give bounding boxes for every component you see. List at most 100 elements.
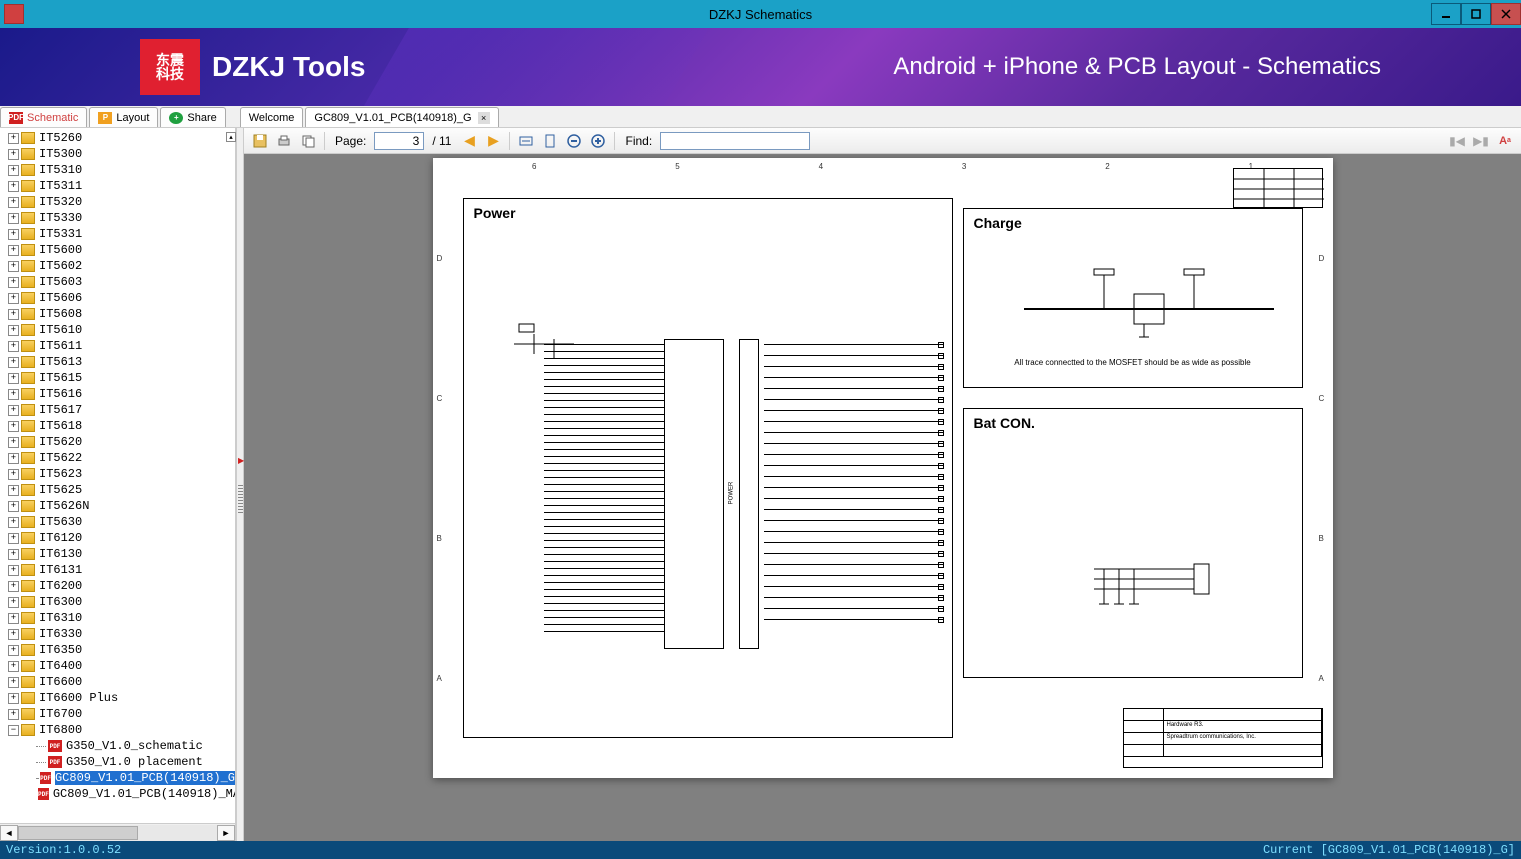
tree-folder[interactable]: +IT6200 xyxy=(0,578,235,594)
last-page-button[interactable]: ▶▮ xyxy=(1471,131,1491,151)
tree-folder[interactable]: +IT5606 xyxy=(0,290,235,306)
tab-layout[interactable]: P Layout xyxy=(89,107,158,127)
tree-folder[interactable]: +IT5623 xyxy=(0,466,235,482)
tree-folder[interactable]: +IT6700 xyxy=(0,706,235,722)
find-input[interactable] xyxy=(660,132,810,150)
tree-folder[interactable]: +IT5630 xyxy=(0,514,235,530)
expand-icon[interactable]: + xyxy=(8,693,19,704)
expand-icon[interactable]: + xyxy=(8,373,19,384)
tree-file[interactable]: PDFGC809_V1.01_PCB(140918)_MARK xyxy=(0,786,235,802)
fit-page-button[interactable] xyxy=(540,131,560,151)
tree-folder[interactable]: +IT6131 xyxy=(0,562,235,578)
expand-icon[interactable]: + xyxy=(8,341,19,352)
expand-icon[interactable]: + xyxy=(8,501,19,512)
tree-file[interactable]: PDFG350_V1.0 placement xyxy=(0,754,235,770)
expand-icon[interactable]: + xyxy=(8,357,19,368)
tree-folder[interactable]: +IT5613 xyxy=(0,354,235,370)
tree-folder[interactable]: +IT5620 xyxy=(0,434,235,450)
page-input[interactable] xyxy=(374,132,424,150)
tree-folder[interactable]: +IT5617 xyxy=(0,402,235,418)
tree-folder[interactable]: +IT5602 xyxy=(0,258,235,274)
expand-icon[interactable]: + xyxy=(8,293,19,304)
tree-folder[interactable]: +IT5603 xyxy=(0,274,235,290)
expand-icon[interactable]: + xyxy=(8,533,19,544)
expand-icon[interactable]: + xyxy=(8,181,19,192)
expand-icon[interactable]: + xyxy=(8,245,19,256)
print-button[interactable] xyxy=(274,131,294,151)
tree-folder[interactable]: +IT5260 xyxy=(0,130,235,146)
tree-folder[interactable]: +IT6350 xyxy=(0,642,235,658)
expand-icon[interactable]: + xyxy=(8,549,19,560)
tree-folder[interactable]: +IT5616 xyxy=(0,386,235,402)
expand-icon[interactable]: + xyxy=(8,661,19,672)
expand-icon[interactable]: + xyxy=(8,517,19,528)
expand-icon[interactable]: + xyxy=(8,709,19,720)
tree-folder[interactable]: +IT5611 xyxy=(0,338,235,354)
expand-icon[interactable]: + xyxy=(8,261,19,272)
expand-icon[interactable]: + xyxy=(8,197,19,208)
expand-icon[interactable]: + xyxy=(8,405,19,416)
expand-icon[interactable]: + xyxy=(8,645,19,656)
sidebar-scrollbar[interactable]: ◄ ► xyxy=(0,823,235,841)
tree-folder[interactable]: +IT5310 xyxy=(0,162,235,178)
expand-icon[interactable]: + xyxy=(8,597,19,608)
scroll-right-icon[interactable]: ► xyxy=(217,825,235,841)
scroll-track[interactable] xyxy=(18,825,217,841)
tree-folder[interactable]: +IT6330 xyxy=(0,626,235,642)
collapse-icon[interactable]: − xyxy=(8,725,19,736)
expand-icon[interactable]: + xyxy=(8,677,19,688)
close-tab-icon[interactable]: × xyxy=(478,112,490,124)
tree-folder[interactable]: +IT5608 xyxy=(0,306,235,322)
expand-icon[interactable]: + xyxy=(8,213,19,224)
tree-folder[interactable]: +IT5615 xyxy=(0,370,235,386)
tab-share[interactable]: + Share xyxy=(160,107,225,127)
expand-icon[interactable]: + xyxy=(8,485,19,496)
expand-icon[interactable]: + xyxy=(8,469,19,480)
expand-icon[interactable]: + xyxy=(8,325,19,336)
tree-file[interactable]: PDFG350_V1.0_schematic xyxy=(0,738,235,754)
tree-folder[interactable]: +IT5330 xyxy=(0,210,235,226)
expand-icon[interactable]: + xyxy=(8,581,19,592)
tree-folder[interactable]: +IT6130 xyxy=(0,546,235,562)
tree-folder[interactable]: +IT5618 xyxy=(0,418,235,434)
tab-schematic[interactable]: PDF Schematic xyxy=(0,107,87,127)
expand-icon[interactable]: + xyxy=(8,133,19,144)
splitter[interactable]: ▶ xyxy=(236,128,244,841)
maximize-button[interactable] xyxy=(1461,3,1491,25)
tree-folder[interactable]: +IT6400 xyxy=(0,658,235,674)
tree-folder[interactable]: +IT6300 xyxy=(0,594,235,610)
expand-icon[interactable]: + xyxy=(8,389,19,400)
tree-folder[interactable]: +IT5600 xyxy=(0,242,235,258)
zoom-in-button[interactable] xyxy=(588,131,608,151)
expand-icon[interactable]: + xyxy=(8,149,19,160)
tree-folder[interactable]: +IT6600 Plus xyxy=(0,690,235,706)
tree-folder[interactable]: +IT5331 xyxy=(0,226,235,242)
tab-welcome[interactable]: Welcome xyxy=(240,107,304,127)
prev-page-button[interactable]: ◀ xyxy=(459,131,479,151)
expand-icon[interactable]: + xyxy=(8,165,19,176)
expand-icon[interactable]: + xyxy=(8,565,19,576)
tree-folder[interactable]: +IT5311 xyxy=(0,178,235,194)
scroll-thumb[interactable] xyxy=(18,826,138,840)
expand-icon[interactable]: + xyxy=(8,613,19,624)
tree-folder[interactable]: +IT5320 xyxy=(0,194,235,210)
tree-file[interactable]: PDFGC809_V1.01_PCB(140918)_G xyxy=(0,770,235,786)
expand-icon[interactable]: + xyxy=(8,453,19,464)
save-button[interactable] xyxy=(250,131,270,151)
zoom-out-button[interactable] xyxy=(564,131,584,151)
first-page-button[interactable]: ▮◀ xyxy=(1447,131,1467,151)
tree-folder[interactable]: +IT6310 xyxy=(0,610,235,626)
collapse-tree-icon[interactable]: ▴ xyxy=(226,132,236,142)
copy-button[interactable] xyxy=(298,131,318,151)
tree-folder[interactable]: +IT5622 xyxy=(0,450,235,466)
expand-icon[interactable]: + xyxy=(8,421,19,432)
expand-icon[interactable]: + xyxy=(8,277,19,288)
expand-icon[interactable]: + xyxy=(8,309,19,320)
fit-width-button[interactable] xyxy=(516,131,536,151)
minimize-button[interactable] xyxy=(1431,3,1461,25)
scroll-left-icon[interactable]: ◄ xyxy=(0,825,18,841)
expand-icon[interactable]: + xyxy=(8,629,19,640)
tree-folder-expanded[interactable]: −IT6800 xyxy=(0,722,235,738)
tree-folder[interactable]: +IT5626N xyxy=(0,498,235,514)
expand-icon[interactable]: + xyxy=(8,437,19,448)
